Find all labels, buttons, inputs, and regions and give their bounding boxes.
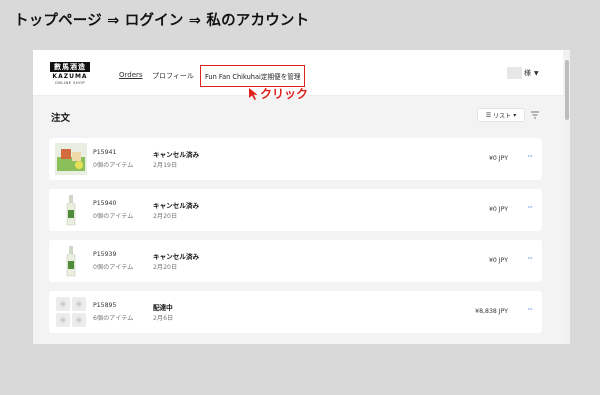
nav-orders-link[interactable]: Orders	[119, 71, 143, 79]
page-caption: トップページ ⇒ ログイン ⇒ 私のアカウント	[14, 13, 310, 29]
order-items: 6個のアイテム	[93, 315, 134, 322]
nav-subscription-link[interactable]: Fun Fan Chikuhai定期便を管理	[200, 65, 306, 87]
browser-window: 數馬酒造 KAZUMA ONLINE SHOP Orders プロフィール Fu…	[33, 50, 570, 344]
nav-profile-link[interactable]: プロフィール	[152, 71, 194, 81]
filter-icon[interactable]	[530, 110, 540, 120]
scrollbar[interactable]	[564, 50, 570, 344]
cursor-icon	[249, 88, 258, 100]
order-status: キャンセル済み	[153, 202, 200, 210]
order-status: キャンセル済み	[153, 151, 200, 159]
order-date: 2月6日	[153, 315, 174, 322]
product-grid-icon	[56, 297, 86, 327]
order-id: P15895	[93, 302, 117, 309]
list-icon: ☰	[485, 111, 492, 119]
account-menu[interactable]: 様 ▼	[507, 67, 539, 79]
bottle-icon	[66, 246, 76, 277]
scrollbar-thumb[interactable]	[565, 60, 569, 120]
view-toggle-button[interactable]: ☰ リスト ▾	[477, 108, 525, 122]
avatar	[507, 67, 522, 79]
order-id: P15941	[93, 149, 117, 156]
order-row[interactable]: P15941 0個のアイテム キャンセル済み 2月19日 ¥0 JPY ···	[49, 138, 542, 180]
account-suffix: 様	[524, 69, 531, 77]
order-price: ¥0 JPY	[488, 206, 508, 213]
click-annotation: クリック	[260, 87, 309, 101]
order-date: 2月20日	[153, 213, 178, 220]
order-price: ¥8,838 JPY	[475, 308, 508, 315]
logo-kanji: 數馬酒造	[50, 62, 90, 72]
more-options-icon[interactable]: ···	[527, 305, 533, 314]
more-options-icon[interactable]: ···	[527, 152, 533, 161]
order-date: 2月20日	[153, 264, 178, 271]
more-options-icon[interactable]: ···	[527, 203, 533, 212]
page-title: 注文	[51, 113, 71, 124]
logo-brand: KAZUMA	[52, 73, 88, 80]
order-id: P15940	[93, 200, 117, 207]
shop-logo[interactable]: 數馬酒造 KAZUMA ONLINE SHOP	[50, 62, 90, 88]
bottle-icon	[66, 195, 76, 226]
view-toggle-label: リスト	[493, 112, 512, 120]
order-thumbnail	[55, 143, 87, 175]
order-items: 0個のアイテム	[93, 264, 134, 271]
order-id: P15939	[93, 251, 117, 258]
order-items: 0個のアイテム	[93, 213, 134, 220]
order-items: 0個のアイテム	[93, 162, 134, 169]
chevron-down-icon: ▾	[513, 111, 517, 119]
order-row[interactable]: P15940 0個のアイテム キャンセル済み 2月20日 ¥0 JPY ···	[49, 189, 542, 231]
order-price: ¥0 JPY	[488, 155, 508, 162]
logo-sub: ONLINE SHOP	[54, 81, 86, 85]
order-price: ¥0 JPY	[488, 257, 508, 264]
order-row[interactable]: P15939 0個のアイテム キャンセル済み 2月20日 ¥0 JPY ···	[49, 240, 542, 282]
order-status: キャンセル済み	[153, 253, 200, 261]
order-row[interactable]: P15895 6個のアイテム 配達中 2月6日 ¥8,838 JPY ···	[49, 291, 542, 333]
more-options-icon[interactable]: ···	[527, 254, 533, 263]
chevron-down-icon: ▼	[534, 69, 539, 77]
order-status: 配達中	[153, 304, 173, 312]
order-date: 2月19日	[153, 162, 178, 169]
